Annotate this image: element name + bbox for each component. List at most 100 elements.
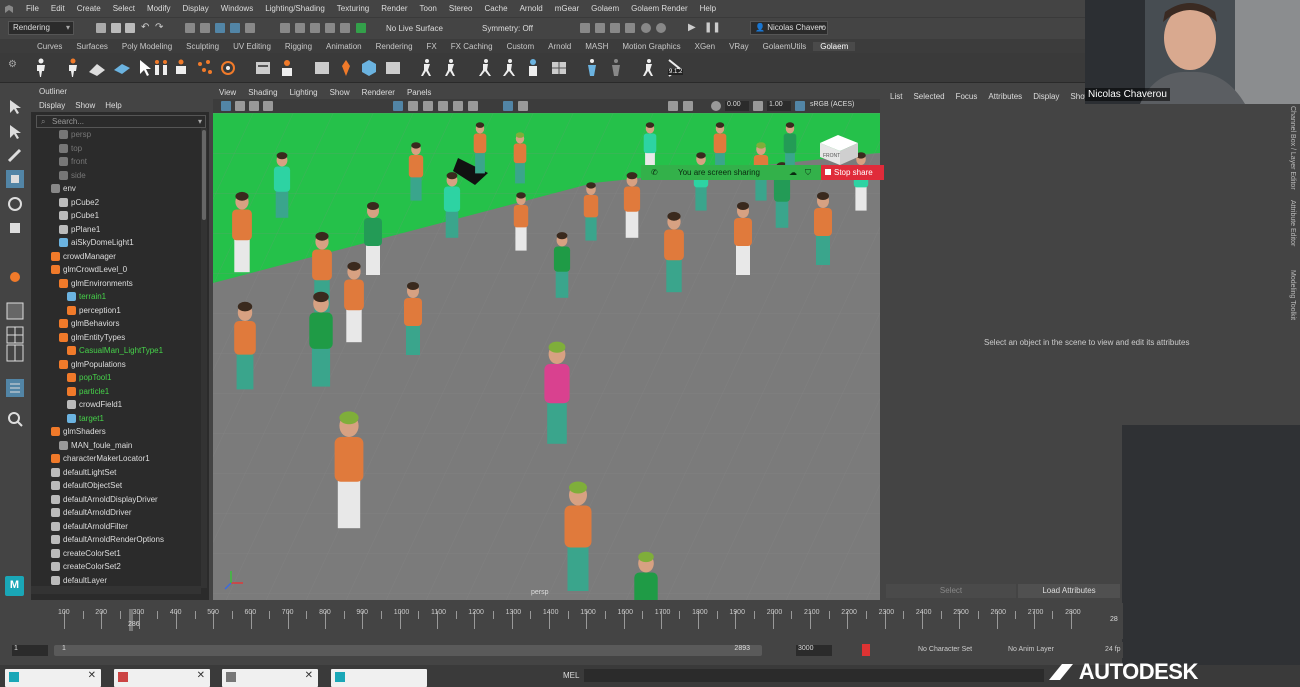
snap-surface-icon[interactable] — [340, 23, 350, 33]
golaem-version-icon[interactable] — [665, 58, 683, 78]
pause-icon[interactable]: ❚❚ — [704, 23, 721, 33]
maya-app-icon[interactable]: M — [5, 576, 24, 596]
make-live-icon[interactable] — [356, 23, 366, 33]
maya-logo-icon[interactable] — [4, 4, 14, 14]
select-hierarchy-icon[interactable] — [185, 23, 195, 33]
walker-icon[interactable] — [418, 58, 436, 78]
shelf-tab-mash[interactable]: MASH — [578, 42, 615, 51]
exposure-field[interactable]: 0.00 — [725, 101, 749, 111]
outliner-item[interactable]: glmShaders — [51, 425, 106, 438]
outliner-item[interactable]: defaultArnoldRenderOptions — [51, 533, 164, 546]
snap-point-icon[interactable] — [310, 23, 320, 33]
shelf-tab-rigging[interactable]: Rigging — [278, 42, 319, 51]
layout-single-icon[interactable] — [6, 302, 24, 320]
shelf-tab-uv-editing[interactable]: UV Editing — [226, 42, 278, 51]
snap-curve-icon[interactable] — [295, 23, 305, 33]
character-dim-icon[interactable] — [607, 58, 625, 78]
menu-mgear[interactable]: mGear — [549, 4, 585, 13]
cube-icon[interactable] — [360, 58, 378, 78]
shelf-tab-custom[interactable]: Custom — [500, 42, 542, 51]
gamma-field[interactable]: 1.00 — [767, 101, 791, 111]
layout-icon[interactable] — [278, 58, 296, 78]
shelf-tab-golaem[interactable]: Golaem — [813, 41, 856, 51]
character-blue-icon[interactable] — [524, 58, 542, 78]
shelf-tab-poly-modeling[interactable]: Poly Modeling — [115, 42, 179, 51]
viewport-menu-show[interactable]: Show — [330, 88, 350, 97]
outliner-item[interactable]: glmEnvironments — [59, 277, 133, 290]
outliner-item[interactable]: pPlane1 — [59, 223, 100, 236]
save-scene-icon[interactable] — [125, 23, 135, 33]
colorspace-label[interactable]: sRGB (ACES) — [810, 101, 854, 108]
golaem-tool-icon[interactable] — [6, 268, 24, 286]
menu-render[interactable]: Render — [375, 4, 413, 13]
shelf-tab-motion-graphics[interactable]: Motion Graphics — [615, 42, 687, 51]
outliner-item[interactable]: aiSkyDomeLight1 — [59, 236, 134, 249]
symmetry-label[interactable]: Symmetry: Off — [482, 24, 533, 33]
terrain-icon[interactable] — [88, 58, 106, 78]
outliner-item[interactable]: persp — [59, 128, 91, 141]
shelf-tab-arnold[interactable]: Arnold — [541, 42, 578, 51]
shield-icon[interactable]: ⛉ — [805, 165, 811, 180]
outliner-item[interactable]: MAN_foule_main — [59, 439, 132, 452]
outliner-item[interactable]: characterMakerLocator1 — [51, 452, 150, 465]
close-icon[interactable]: ✕ — [197, 670, 205, 681]
navmesh-icon[interactable] — [113, 58, 131, 78]
outliner-item[interactable]: CasualMan_LightType1 — [67, 344, 163, 357]
outliner-hscrollbar[interactable] — [31, 586, 201, 594]
runner-icon[interactable] — [476, 58, 494, 78]
anim-layer-dropdown[interactable]: No Anim Layer — [1008, 646, 1054, 653]
hypershade-icon[interactable] — [641, 23, 651, 33]
menu-texturing[interactable]: Texturing — [331, 4, 375, 13]
shelf-tab-rendering[interactable]: Rendering — [369, 42, 420, 51]
runner-alt-icon[interactable] — [500, 58, 518, 78]
render-seq-icon[interactable] — [595, 23, 605, 33]
menu-help[interactable]: Help — [694, 4, 722, 13]
menu-golaem[interactable]: Golaem — [585, 4, 625, 13]
outliner-item[interactable]: target1 — [67, 412, 104, 425]
close-icon[interactable]: ✕ — [88, 670, 96, 681]
shelf-tab-surfaces[interactable]: Surfaces — [69, 42, 115, 51]
viewport-menu-view[interactable]: View — [219, 88, 236, 97]
shelf-tab-sculpting[interactable]: Sculpting — [179, 42, 226, 51]
outliner-item[interactable]: glmEntityTypes — [59, 331, 125, 344]
ae-menu-focus[interactable]: Focus — [956, 92, 978, 101]
hud-icon[interactable] — [683, 101, 693, 111]
crowd-group-icon[interactable] — [152, 58, 170, 78]
walker-white-icon[interactable] — [640, 58, 658, 78]
outliner-search-input[interactable]: ⌕ Search... ▾ — [36, 115, 206, 128]
layout-split-icon[interactable] — [6, 344, 24, 362]
outliner-item[interactable]: createColorSet1 — [51, 547, 121, 560]
layout-four-icon[interactable] — [6, 326, 24, 344]
viewport-menu-lighting[interactable]: Lighting — [290, 88, 318, 97]
shelf-tab-vray[interactable]: VRay — [722, 42, 756, 51]
fps-dropdown[interactable]: 24 fp — [1105, 646, 1121, 653]
camera-select-icon[interactable] — [221, 101, 231, 111]
lights-icon[interactable] — [453, 101, 463, 111]
taskbar-window-1[interactable]: ✕ — [5, 669, 101, 687]
live-surface-label[interactable]: No Live Surface — [386, 24, 443, 33]
viewport-menu-shading[interactable]: Shading — [248, 88, 277, 97]
particle-icon[interactable] — [196, 58, 214, 78]
shadows-icon[interactable] — [468, 101, 478, 111]
side-tab-attribute-editor[interactable]: Attribute Editor — [1289, 200, 1296, 246]
menuset-dropdown[interactable]: Rendering ▾ — [8, 21, 74, 35]
select-object-icon[interactable] — [200, 23, 210, 33]
start-frame-field[interactable]: 1 — [12, 645, 48, 656]
outliner-item[interactable]: defaultArnoldFilter — [51, 520, 128, 533]
play-icon[interactable]: ▶ — [688, 23, 698, 33]
redo-icon[interactable]: ↷ — [155, 23, 165, 33]
export-icon[interactable] — [313, 58, 331, 78]
character-set-dropdown[interactable]: No Character Set — [918, 646, 972, 653]
textured-icon[interactable] — [438, 101, 448, 111]
outliner-item[interactable]: defaultLayer — [51, 574, 107, 587]
menu-create[interactable]: Create — [71, 4, 107, 13]
xray-icon[interactable] — [503, 101, 513, 111]
character-icon[interactable] — [32, 58, 50, 78]
arnold-render-icon[interactable] — [656, 23, 666, 33]
outliner-layout-icon[interactable] — [6, 379, 24, 397]
lasso-tool-icon[interactable] — [6, 123, 24, 141]
character-pose-icon[interactable] — [583, 58, 601, 78]
outliner-item[interactable]: pCube2 — [59, 196, 99, 209]
snap-view-icon[interactable] — [325, 23, 335, 33]
color-mgmt-icon[interactable] — [795, 101, 805, 111]
